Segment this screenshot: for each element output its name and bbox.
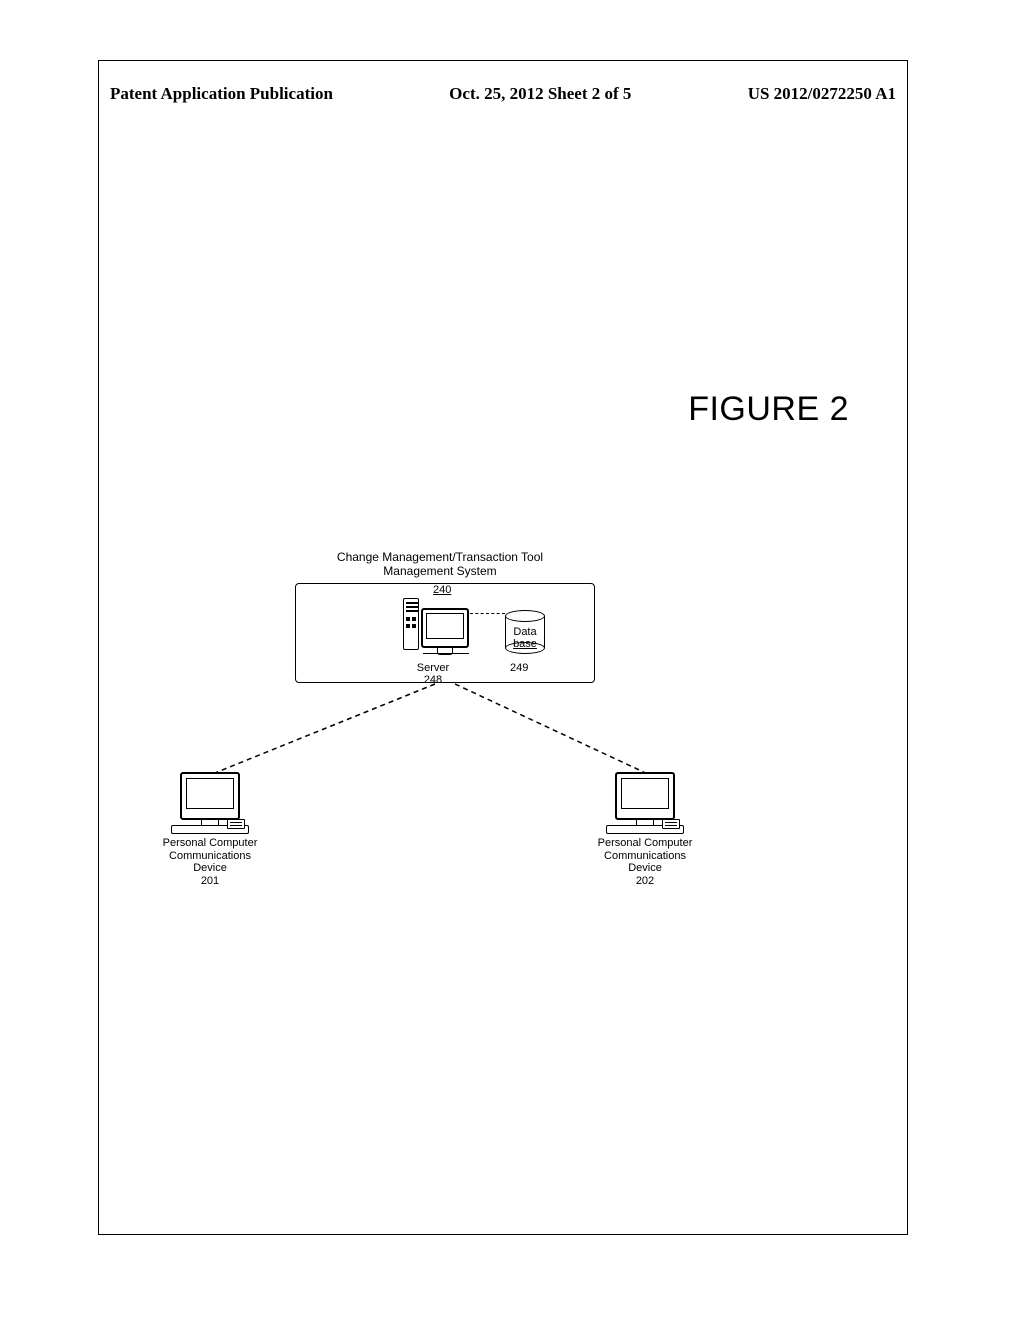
page-header: Patent Application Publication Oct. 25, … [98,84,908,104]
pc2-label-line1: Personal Computer [598,837,693,849]
pc-base-icon [171,825,249,834]
pc-base-icon [606,825,684,834]
pc2-label-line2: Communications Device [604,850,686,875]
pc1-label-line2: Communications Device [169,850,251,875]
database-label-line1: Data [513,626,536,638]
pc1-label-line1: Personal Computer [163,837,258,849]
pc-1: Personal Computer Communications Device … [155,772,265,888]
server-monitor-icon [421,608,469,648]
server-label-text: Server [417,662,449,674]
server-base-icon [423,653,469,659]
server-db-link [470,613,505,614]
pc-monitor-icon [615,772,675,820]
server-tower-icon [403,598,419,650]
pc-2: Personal Computer Communications Device … [590,772,700,888]
database-ref-number: 249 [510,662,528,674]
header-left: Patent Application Publication [110,84,333,104]
pc-monitor-icon [180,772,240,820]
pc-drive-icon [227,819,245,829]
header-right: US 2012/0272250 A1 [748,84,896,104]
database-label: Data base [507,627,543,650]
system-title-line1: Change Management/Transaction Tool [337,550,543,564]
diagram-figure-2: Change Management/Transaction Tool Manag… [155,550,725,890]
figure-title: FIGURE 2 [688,390,849,429]
pc1-label: Personal Computer Communications Device … [155,837,265,888]
system-title-line2: Management System [383,564,496,578]
system-ref-number: 240 [433,584,451,596]
pc2-ref-number: 202 [636,875,654,887]
pc2-label: Personal Computer Communications Device … [590,837,700,888]
pc1-ref-number: 201 [201,875,219,887]
database-label-line2: base [513,638,537,650]
pc-drive-icon [662,819,680,829]
header-center: Oct. 25, 2012 Sheet 2 of 5 [449,84,631,104]
system-title: Change Management/Transaction Tool Manag… [155,550,725,579]
